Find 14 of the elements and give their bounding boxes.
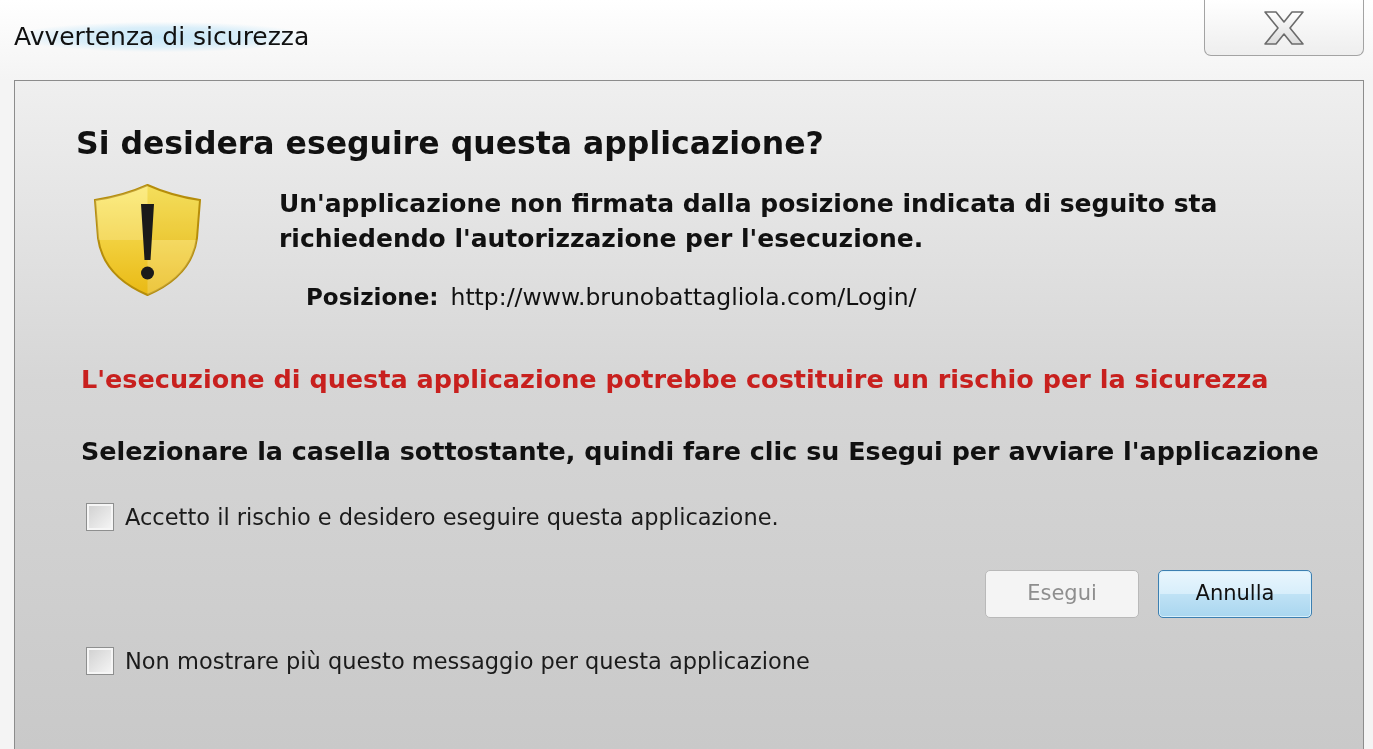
close-icon (1262, 10, 1306, 45)
dialog-button[interactable]: Annulla (1158, 570, 1312, 618)
instruction-text: Selezionare la casella sottostante, quindi fare clic su Esegui per avviare l'applicazione (81, 435, 1320, 468)
close-button[interactable] (1204, 0, 1364, 56)
checkbox[interactable] (86, 503, 114, 531)
risk-warning-text: L'esecuzione di questa applicazione potrebbe costituire un rischio per la sicurezza (81, 363, 1270, 395)
checkbox-label: Non mostrare più questo messaggio per questa applicazione (125, 647, 810, 676)
message-text: Un'applicazione non firmata dalla posizione indicata di seguito sta richiedendo l'autorizzazione per l'esecuzione. (279, 188, 1219, 255)
window-title: Avvertenza di sicurezza (14, 22, 310, 52)
checkbox-label: Accetto il rischio e desidero eseguire questa applicazione. (125, 503, 779, 532)
location-url: http://www.brunobattagliola.com/Login/ (450, 283, 917, 311)
location-label: Posizione: (306, 283, 439, 311)
checkbox[interactable] (86, 647, 114, 675)
dialog-heading: Si desidera eseguire questa applicazione? (76, 124, 825, 162)
